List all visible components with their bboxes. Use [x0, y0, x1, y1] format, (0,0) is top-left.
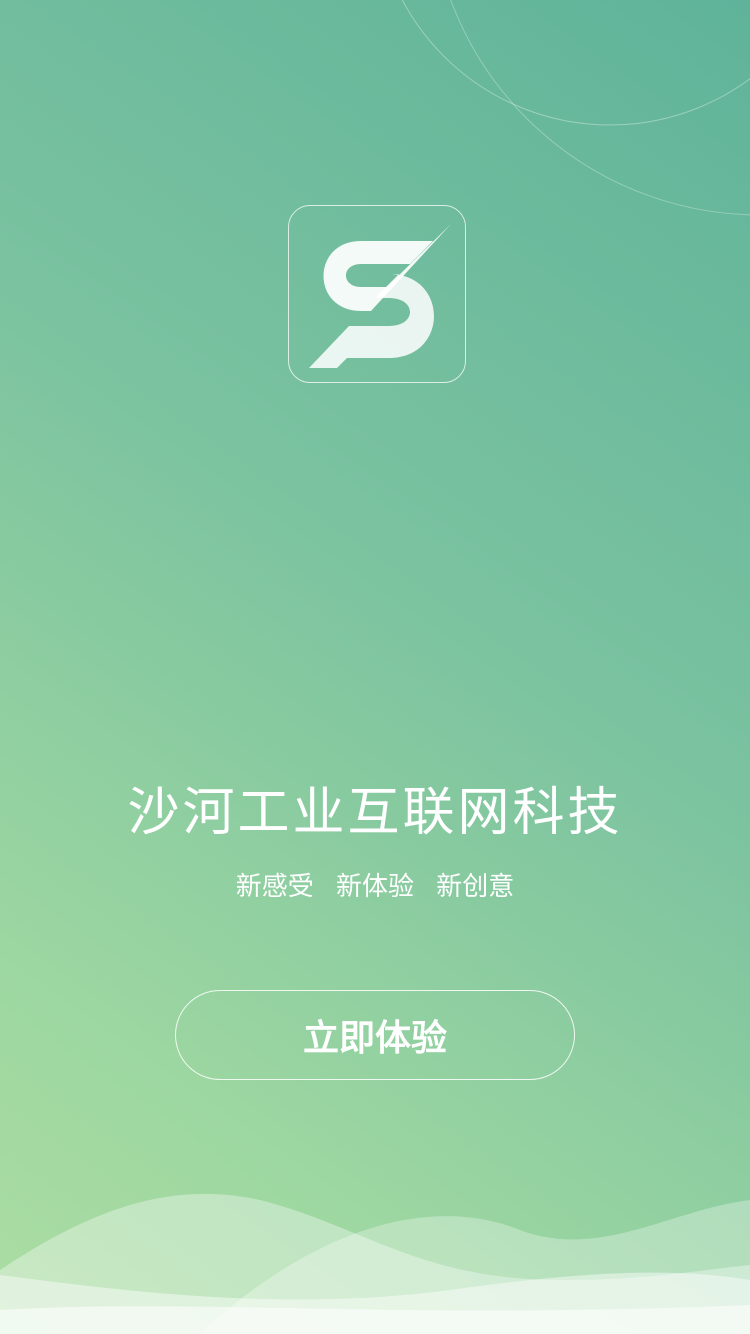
app-logo	[288, 205, 466, 383]
s-logo-icon	[309, 224, 451, 368]
slogan-1: 新感受	[235, 872, 314, 902]
try-now-button[interactable]: 立即体验	[175, 990, 575, 1080]
app-title: 沙河工业互联网科技	[127, 783, 623, 843]
slogan-row: 新感受 新体验 新创意	[0, 866, 750, 903]
slogan-2: 新体验	[335, 872, 414, 902]
bottom-waves	[0, 1193, 750, 1334]
slogan-3: 新创意	[436, 872, 515, 902]
